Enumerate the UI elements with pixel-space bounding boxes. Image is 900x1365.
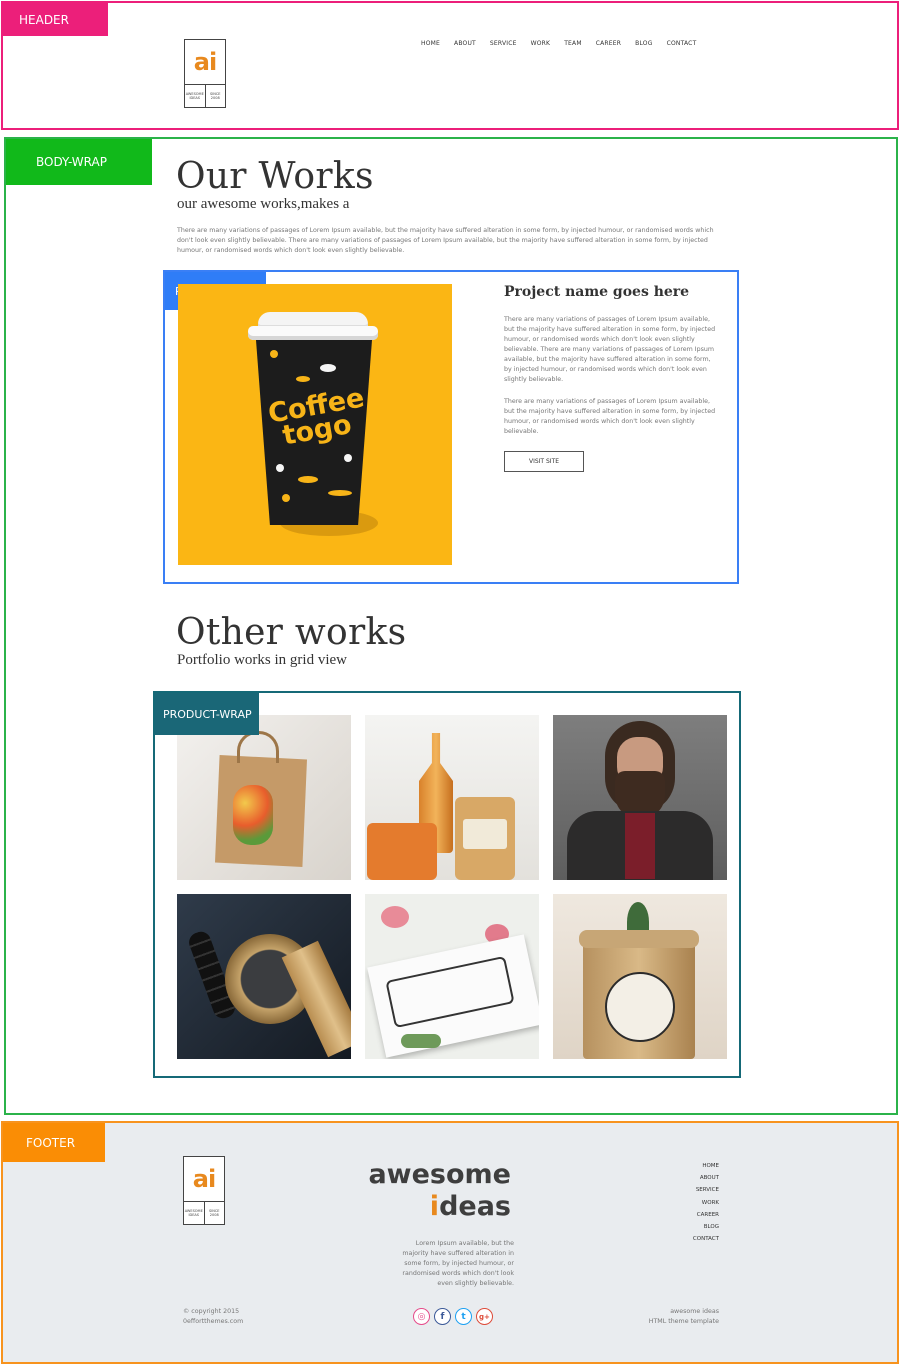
- product-wrap: PRODUCT-WRAP: [153, 691, 741, 1078]
- footer-logo-text-right: SINCE 2008: [203, 1202, 225, 1224]
- footer-nav-about[interactable]: ABOUT: [653, 1172, 719, 1184]
- footer: FOOTER ai AWESOME IDEAS SINCE 2008 aweso…: [1, 1121, 899, 1364]
- product-image: Coffee togo: [178, 284, 452, 565]
- footer-logo[interactable]: ai AWESOME IDEAS SINCE 2008: [183, 1156, 225, 1225]
- dribbble-icon[interactable]: ◎: [413, 1308, 430, 1325]
- footer-nav-work[interactable]: WORK: [653, 1197, 719, 1209]
- footer-nav-service[interactable]: SERVICE: [653, 1184, 719, 1196]
- portfolio-tile-bottles[interactable]: [365, 715, 539, 880]
- copyright-text: © copyright 2015: [183, 1308, 240, 1315]
- our-works-subtitle: our awesome works,makes a: [177, 196, 350, 212]
- project-title: Project name goes here: [504, 284, 690, 300]
- copyright-site[interactable]: 0effortthemes.com: [183, 1317, 243, 1327]
- footer-brand-accent: i: [429, 1191, 440, 1222]
- footer-nav-blog[interactable]: BLOG: [653, 1221, 719, 1233]
- portfolio-tile-watch[interactable]: [177, 894, 351, 1059]
- header: HEADER ai AWESOME IDEAS SINCE 2008 HOME …: [1, 1, 899, 130]
- body-wrap: BODY-WRAP Our Works our awesome works,ma…: [4, 137, 898, 1115]
- product: PRODUCT Coffee togo Project name goes he…: [163, 270, 739, 584]
- footer-logo-mark: ai: [192, 1165, 216, 1193]
- our-works-title: Our Works: [176, 156, 374, 197]
- project-description-1: There are many variations of passages of…: [504, 316, 716, 383]
- nav-team[interactable]: TEAM: [564, 40, 582, 47]
- project-description-2: There are many variations of passages of…: [504, 398, 716, 435]
- twitter-icon[interactable]: t: [455, 1308, 472, 1325]
- footer-brand-line2: deas: [439, 1191, 511, 1222]
- our-works-intro: There are many variations of passages of…: [177, 227, 714, 254]
- nav-work[interactable]: WORK: [531, 40, 551, 47]
- visit-site-button[interactable]: VISIT SITE: [504, 451, 584, 472]
- social-links: ◎ f t g+: [413, 1308, 493, 1325]
- header-region-label: HEADER: [3, 3, 108, 36]
- other-works-title: Other works: [176, 612, 407, 653]
- portfolio-tile-portrait[interactable]: [553, 715, 727, 880]
- footer-region-label: FOOTER: [3, 1123, 105, 1162]
- footer-description: Lorem Ipsum available, but the majority …: [402, 1240, 514, 1287]
- nav-blog[interactable]: BLOG: [635, 40, 652, 47]
- body-wrap-region-label: BODY-WRAP: [6, 139, 152, 185]
- logo-text-left: AWESOME IDEAS: [185, 91, 204, 101]
- credit-line-2: HTML theme template: [648, 1318, 719, 1325]
- facebook-icon[interactable]: f: [434, 1308, 451, 1325]
- footer-nav-home[interactable]: HOME: [653, 1160, 719, 1172]
- logo-text-right: SINCE 2008: [204, 85, 226, 107]
- footer-navigation: HOME ABOUT SERVICE WORK CAREER BLOG CONT…: [653, 1160, 719, 1245]
- top-navigation: HOME ABOUT SERVICE WORK TEAM CAREER BLOG…: [421, 40, 696, 47]
- nav-about[interactable]: ABOUT: [454, 40, 476, 47]
- footer-brand-line1: awesome: [368, 1159, 511, 1190]
- google-plus-icon[interactable]: g+: [476, 1308, 493, 1325]
- nav-service[interactable]: SERVICE: [490, 40, 517, 47]
- footer-logo-text-left: AWESOME IDEAS: [184, 1208, 203, 1218]
- footer-nav-career[interactable]: CAREER: [653, 1209, 719, 1221]
- logo-mark: ai: [193, 48, 217, 76]
- nav-contact[interactable]: CONTACT: [667, 40, 697, 47]
- footer-nav-contact[interactable]: CONTACT: [653, 1233, 719, 1245]
- logo[interactable]: ai AWESOME IDEAS SINCE 2008: [184, 39, 226, 108]
- portfolio-tile-soap[interactable]: [365, 894, 539, 1059]
- footer-brand: awesome ideas: [368, 1159, 511, 1223]
- copyright: © copyright 2015 0effortthemes.com: [183, 1307, 243, 1327]
- portfolio-tile-bag[interactable]: [177, 715, 351, 880]
- theme-credit: awesome ideas HTML theme template: [603, 1307, 719, 1327]
- credit-line-1: awesome ideas: [670, 1308, 719, 1315]
- other-works-subtitle: Portfolio works in grid view: [177, 652, 347, 668]
- nav-career[interactable]: CAREER: [596, 40, 621, 47]
- portfolio-tile-jar[interactable]: [553, 894, 727, 1059]
- product-wrap-region-label: PRODUCT-WRAP: [155, 693, 259, 735]
- nav-home[interactable]: HOME: [421, 40, 440, 47]
